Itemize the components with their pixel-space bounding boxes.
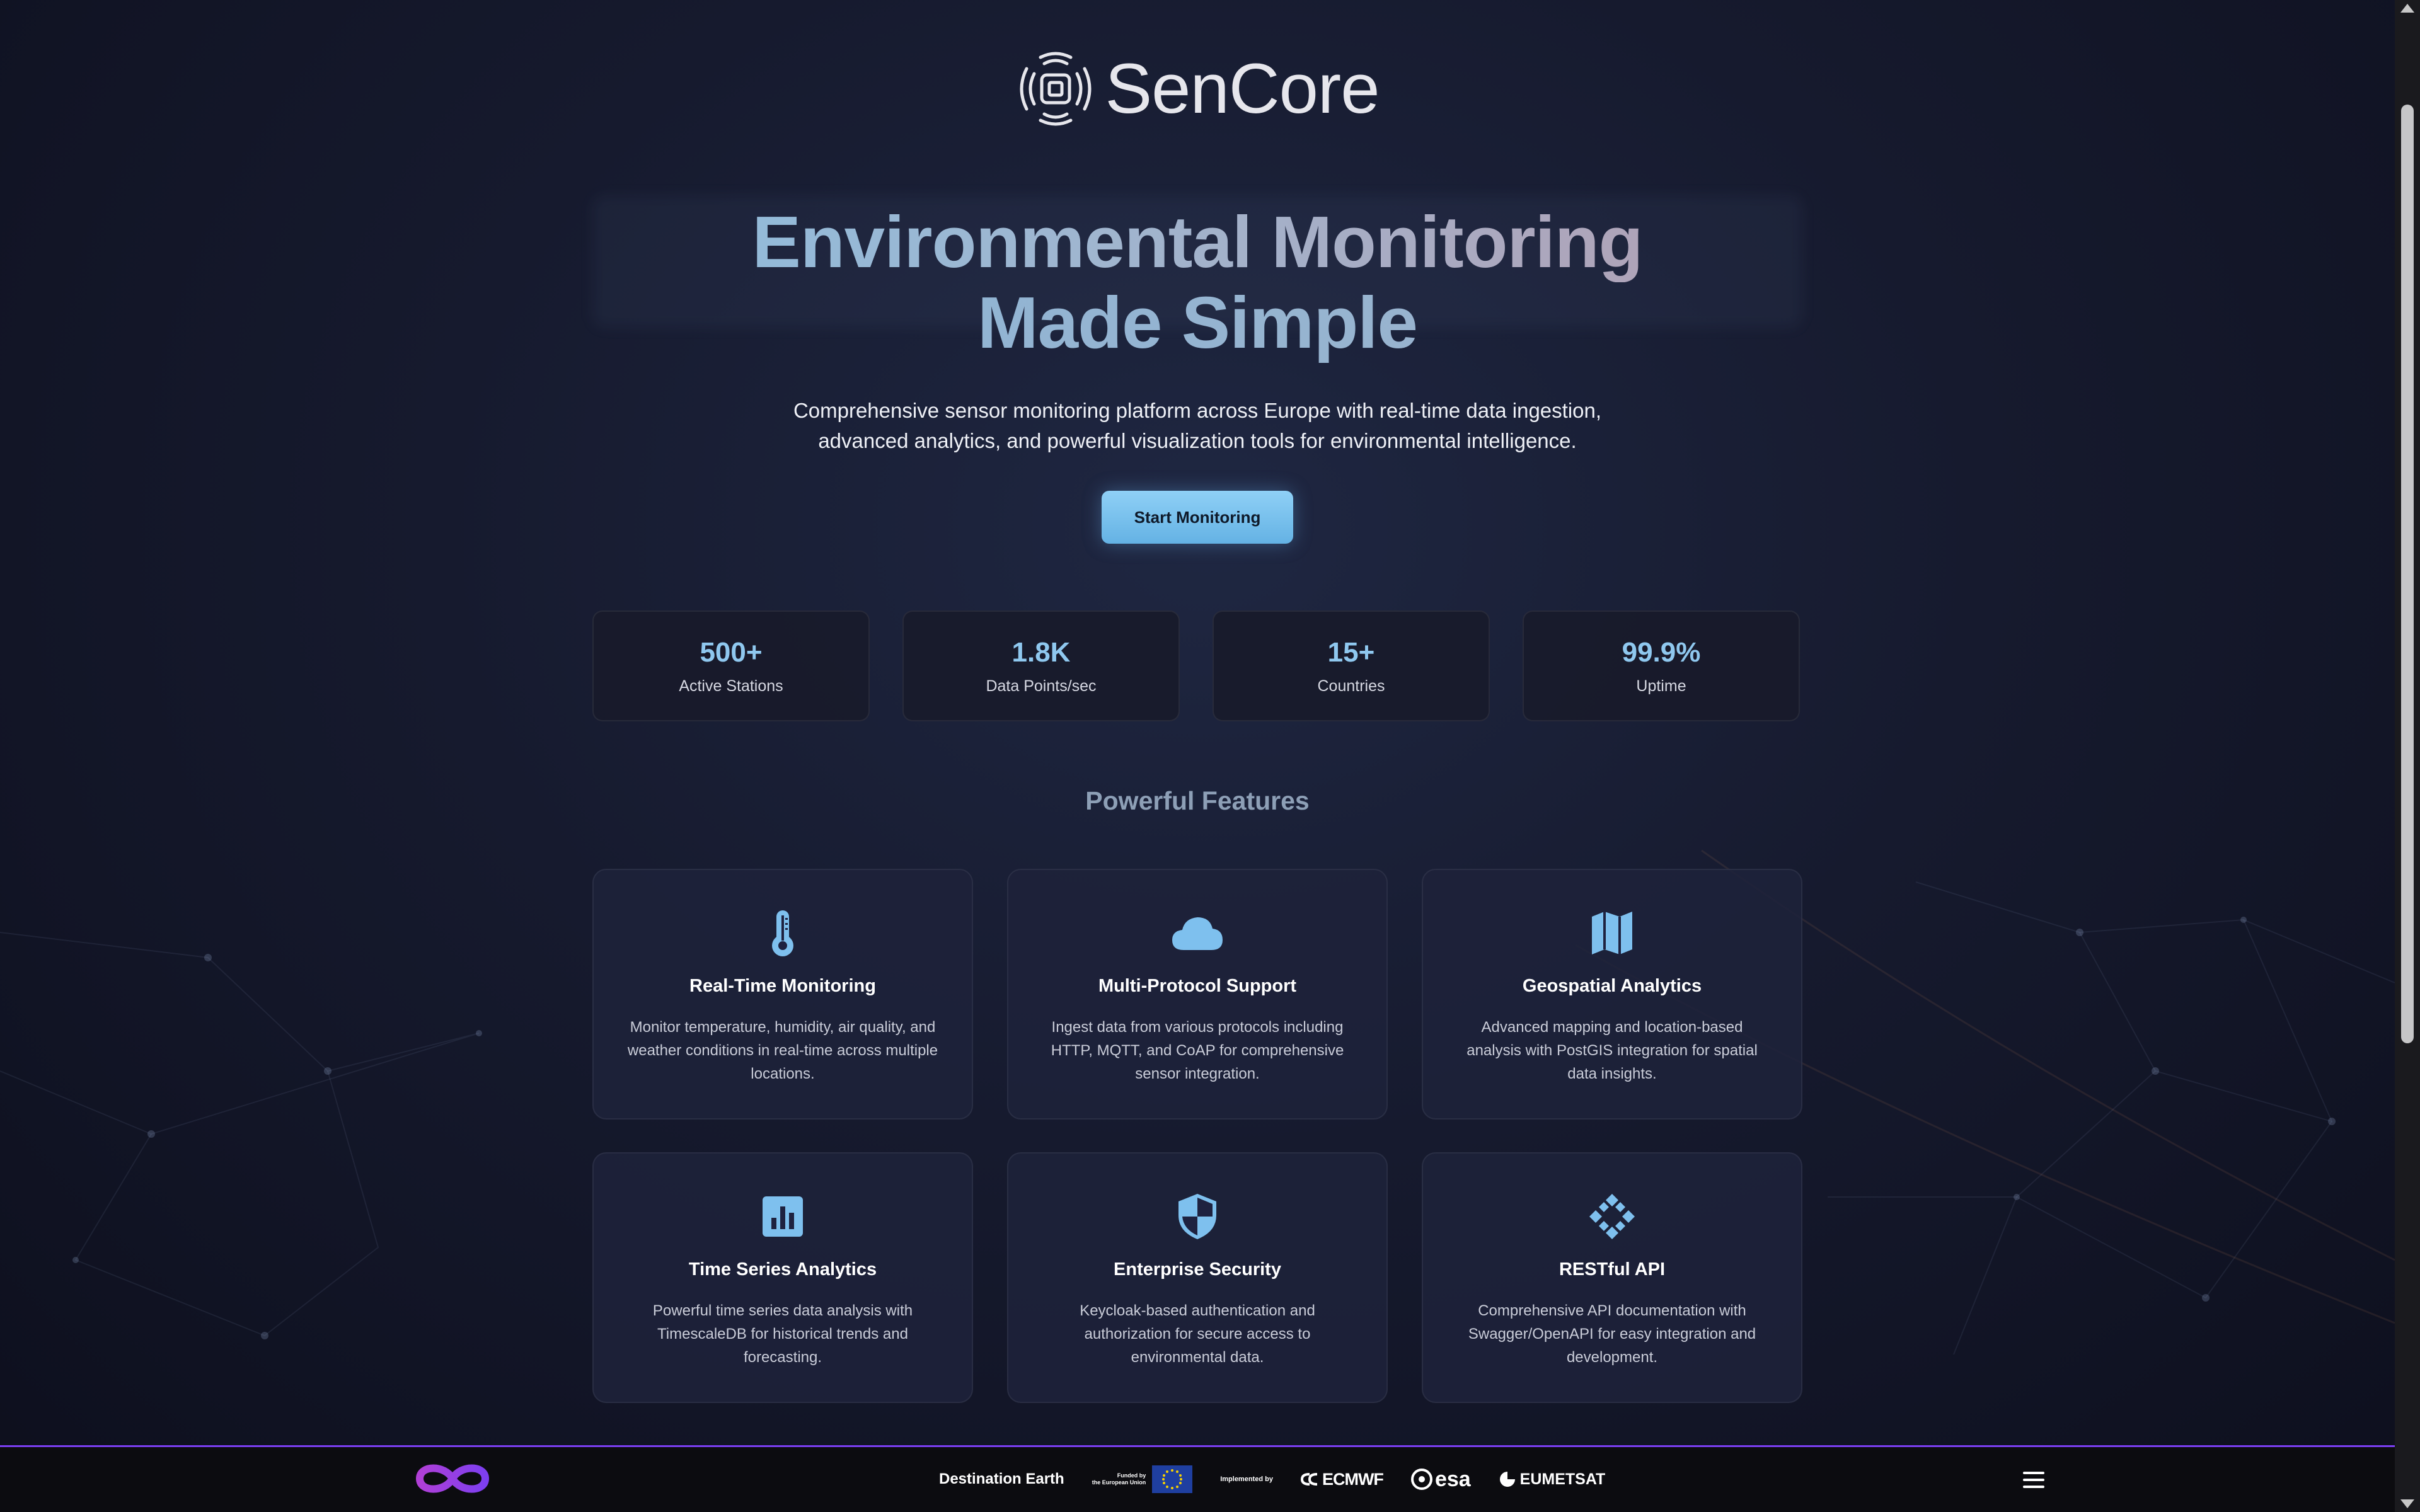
stat-value: 99.9%	[1622, 636, 1701, 668]
feature-description: Keycloak-based authentication and author…	[1080, 1302, 1315, 1366]
feature-description: Advanced mapping and location-based anal…	[1466, 1019, 1758, 1082]
ecmwf-logo[interactable]: ECMWF	[1300, 1469, 1384, 1489]
ecmwf-text: ECMWF	[1322, 1469, 1384, 1489]
stat-label: Uptime	[1636, 677, 1686, 695]
stats-row: 500+ Active Stations 1.8K Data Points/se…	[592, 610, 1800, 721]
stat-card-data-points: 1.8K Data Points/sec	[902, 610, 1180, 721]
feature-description: Powerful time series data analysis with …	[652, 1302, 913, 1366]
eumetsat-text: EUMETSAT	[1519, 1470, 1606, 1488]
hero-title-line1: Environmental Monitoring	[0, 202, 2395, 282]
landing-page: SenCore Environmental Monitoring Made Si…	[0, 0, 2395, 1445]
destination-earth-logo[interactable]: Destination Earth	[939, 1470, 1064, 1488]
eu-flag-icon	[1152, 1465, 1193, 1493]
ecmwf-mark-icon	[1300, 1473, 1318, 1486]
features-heading: Powerful Features	[1085, 786, 1310, 815]
implemented-by-text: Implemented by	[1220, 1475, 1273, 1483]
map-icon	[1586, 907, 1639, 959]
stat-label: Countries	[1317, 677, 1385, 695]
hero-title-line2: Made Simple	[0, 282, 2395, 363]
stat-label: Data Points/sec	[986, 677, 1097, 695]
page-scrollbar[interactable]	[2395, 0, 2420, 1512]
esa-mark-icon	[1410, 1469, 1432, 1490]
stat-card-active-stations: 500+ Active Stations	[592, 610, 870, 721]
funded-by-line2: the European Union	[1092, 1479, 1146, 1486]
feature-description: Ingest data from various protocols inclu…	[1051, 1019, 1344, 1082]
cloud-icon	[1171, 907, 1224, 959]
stat-value: 500+	[700, 636, 763, 668]
esa-logo[interactable]: esa	[1410, 1467, 1471, 1492]
funded-by-text: Funded by the European Union	[1092, 1472, 1146, 1486]
scrollbar-thumb[interactable]	[2401, 105, 2414, 1043]
feature-card-enterprise-security: Enterprise Security Keycloak-based authe…	[1007, 1152, 1388, 1403]
eumetsat-mark-icon	[1499, 1472, 1515, 1487]
eu-funded-logo[interactable]: Funded by the European Union	[1092, 1465, 1193, 1493]
chart-icon	[756, 1190, 809, 1243]
scroll-up-arrow-icon[interactable]	[2400, 4, 2414, 13]
stat-card-uptime: 99.9% Uptime	[1523, 610, 1800, 721]
feature-title: Multi-Protocol Support	[1098, 976, 1297, 996]
hamburger-menu-icon[interactable]	[2023, 1466, 2051, 1494]
feature-card-time-series: Time Series Analytics Powerful time seri…	[592, 1152, 973, 1403]
feature-title: Enterprise Security	[1114, 1259, 1281, 1280]
sensor-chip-icon	[1020, 52, 1092, 125]
stat-value: 15+	[1327, 636, 1375, 668]
feature-title: Time Series Analytics	[688, 1259, 877, 1280]
esa-text: esa	[1434, 1467, 1471, 1491]
feature-title: RESTful API	[1559, 1259, 1666, 1280]
footer-bar: Destination Earth Funded by the European…	[0, 1445, 2395, 1512]
feature-title: Real-Time Monitoring	[689, 976, 876, 996]
hero-title: Environmental Monitoring Made Simple	[0, 202, 2395, 363]
feature-card-geospatial: Geospatial Analytics Advanced mapping an…	[1422, 869, 1802, 1120]
stat-label: Active Stations	[679, 677, 783, 695]
brand-name: SenCore	[1105, 49, 1380, 128]
stat-value: 1.8K	[1011, 636, 1071, 668]
feature-description: Comprehensive API documentation with Swa…	[1468, 1302, 1756, 1366]
feature-description: Monitor temperature, humidity, air quali…	[627, 1019, 938, 1082]
api-icon	[1586, 1190, 1639, 1243]
feature-title: Geospatial Analytics	[1522, 976, 1702, 996]
brand-logo[interactable]: SenCore	[0, 48, 2395, 129]
scroll-down-arrow-icon[interactable]	[2400, 1499, 2414, 1508]
feature-card-restful-api: RESTful API Comprehensive API documentat…	[1422, 1152, 1802, 1403]
stat-card-countries: 15+ Countries	[1213, 610, 1490, 721]
thermometer-icon	[756, 907, 809, 959]
feature-card-multi-protocol: Multi-Protocol Support Ingest data from …	[1007, 869, 1388, 1120]
start-monitoring-button[interactable]: Start Monitoring	[1102, 491, 1293, 544]
partner-logos: Destination Earth Funded by the European…	[939, 1460, 1605, 1499]
eumetsat-logo[interactable]: EUMETSAT	[1499, 1470, 1606, 1489]
funded-by-line1: Funded by	[1117, 1472, 1146, 1479]
hero-subtitle-line1: Comprehensive sensor monitoring platform…	[793, 399, 1602, 422]
features-grid: Real-Time Monitoring Monitor temperature…	[592, 869, 1802, 1403]
feature-card-real-time-monitoring: Real-Time Monitoring Monitor temperature…	[592, 869, 973, 1120]
hero-subtitle: Comprehensive sensor monitoring platform…	[0, 396, 2395, 456]
hero-subtitle-line2: advanced analytics, and powerful visuali…	[818, 429, 1577, 452]
infinity-logo-icon[interactable]	[412, 1458, 493, 1499]
shield-icon	[1171, 1190, 1224, 1243]
